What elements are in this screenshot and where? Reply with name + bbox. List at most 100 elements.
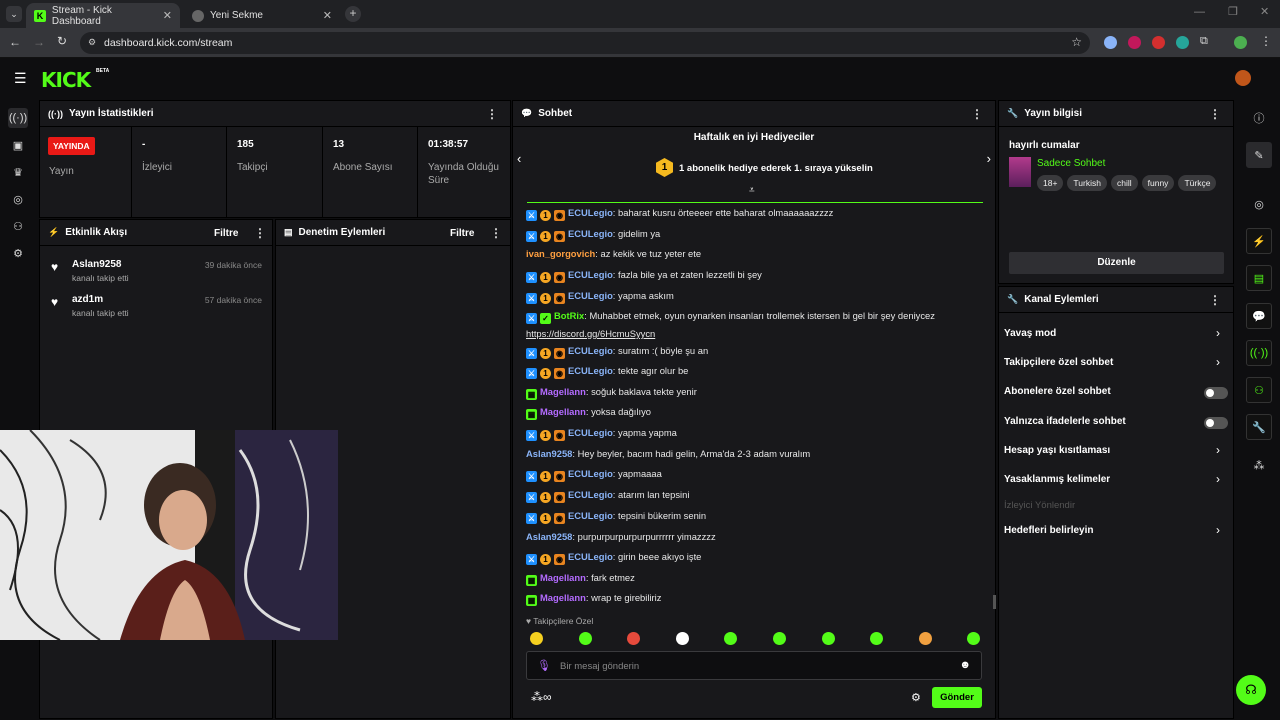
chat-username[interactable]: ECULegio [568,345,613,356]
chat-username[interactable]: Magellann [540,572,586,583]
activity-filter-button[interactable]: Filtre [214,228,238,239]
category-name[interactable]: Sadece Sohbet [1037,158,1105,169]
emote-icon[interactable] [675,632,689,645]
prev-arrow-icon[interactable]: ‹ [517,151,521,166]
send-button[interactable]: Gönder [932,687,982,708]
close-window-icon[interactable]: ✕ [1260,5,1269,18]
next-arrow-icon[interactable]: › [987,151,991,166]
channel-action-label[interactable]: Yavaş mod [1004,328,1056,339]
minimize-icon[interactable]: — [1194,6,1205,18]
chat-username[interactable]: Aslan9258 [526,531,572,542]
chat-settings-icon[interactable]: ⚙ [911,691,921,704]
add-widget-icon[interactable]: ⁂ [1246,452,1272,478]
emote-icon[interactable] [530,632,543,645]
new-tab-button[interactable]: + [345,6,361,22]
chat-username[interactable]: ivan_gorgovich [526,248,595,259]
camera-target-icon[interactable]: ◎ [1246,191,1272,217]
channel-action-label[interactable]: Abonelere özel sohbet [1004,386,1111,397]
extension-icon[interactable] [1104,36,1117,49]
extension-icon[interactable] [1176,36,1189,49]
chevron-right-icon[interactable]: › [1216,472,1220,486]
chat-menu-icon[interactable]: ⋮ [971,107,983,121]
broadcast-panel-button[interactable]: ((·)) [1246,340,1272,366]
collapse-icon[interactable]: ⩡ [749,185,755,196]
channel-action-label[interactable]: Takipçilere özel sohbet [1004,357,1113,368]
chat-username[interactable]: Magellann [540,406,586,417]
edit-stream-button[interactable]: Düzenle [1009,252,1224,274]
document-panel-button[interactable]: ▤ [1246,265,1272,291]
nav-users-icon[interactable]: ⚇ [8,216,28,236]
edit-pencil-icon[interactable]: ✎ [1246,142,1272,168]
chat-link[interactable]: https://discord.gg/6HcmuSyycn [526,328,655,339]
emote-icon[interactable] [918,632,932,645]
extensions-puzzle-icon[interactable]: ⧉ [1200,35,1208,48]
chat-scrollbar[interactable] [993,595,996,609]
maximize-icon[interactable]: ❐ [1228,5,1238,18]
bookmark-star-icon[interactable]: ☆ [1071,35,1082,49]
forward-icon[interactable]: → [33,35,45,49]
tab-list-icon[interactable]: ⌄ [6,6,22,22]
info-icon[interactable]: ⓘ [1246,105,1272,131]
chevron-right-icon[interactable]: › [1216,443,1220,457]
chevron-right-icon[interactable]: › [1216,355,1220,369]
chat-input[interactable]: 🎙 Bir mesaj gönderin ☻ [526,651,982,680]
activity-menu-icon[interactable]: ⋮ [254,226,266,240]
browser-menu-icon[interactable]: ⋮ [1260,34,1272,48]
emoji-icon[interactable]: ☻ [959,659,971,671]
nav-settings-icon[interactable]: ⚙ [8,243,28,263]
profile-avatar[interactable] [1234,36,1247,49]
mod-menu-icon[interactable]: ⋮ [490,226,502,240]
wrench-panel-button[interactable]: 🔧 [1246,414,1272,440]
back-icon[interactable]: ← [9,35,21,49]
chat-username[interactable]: ECULegio [568,290,613,301]
channel-action-label[interactable]: Yalnızca ifadelerle sohbet [1004,416,1126,427]
url-input[interactable]: ⚙ dashboard.kick.com/stream ☆ [80,32,1090,54]
chat-username[interactable]: ECULegio [568,510,613,521]
nav-trophy-icon[interactable]: ♛ [8,162,28,182]
reload-icon[interactable]: ↻ [57,34,67,48]
user-panel-button[interactable]: ⚇ [1246,377,1272,403]
chevron-right-icon[interactable]: › [1216,326,1220,340]
chat-username[interactable]: ECULegio [568,269,613,280]
chat-username[interactable]: ECULegio [568,468,613,479]
chat-username[interactable]: Magellann [540,386,586,397]
chevron-right-icon[interactable]: › [1216,523,1220,537]
tab-new-tab[interactable]: Yeni Sekme ✕ [184,3,340,28]
extension-icon[interactable] [1152,36,1165,49]
nav-dashboard-icon[interactable]: ▣ [8,135,28,155]
bolt-panel-button[interactable]: ⚡ [1246,228,1272,254]
emote-icon[interactable] [578,632,592,645]
chat-username[interactable]: BotRix [554,310,584,321]
chat-username[interactable]: Aslan9258 [526,448,572,459]
nav-broadcast-icon[interactable]: ((·)) [8,108,28,128]
support-chat-button[interactable]: ☊ [1236,675,1266,705]
nav-camera-icon[interactable]: ◎ [8,189,28,209]
user-avatar[interactable] [1235,70,1251,86]
toggle-switch[interactable] [1204,417,1228,429]
toggle-switch[interactable] [1204,387,1228,399]
mod-filter-button[interactable]: Filtre [450,228,474,239]
emote-icon[interactable] [773,632,786,645]
chat-username[interactable]: ECULegio [568,365,613,376]
close-tab-icon[interactable]: ✕ [163,9,172,22]
microphone-icon[interactable]: 🎙 [537,659,551,672]
channel-actions-menu-icon[interactable]: ⋮ [1209,293,1221,307]
stream-stats-menu-icon[interactable]: ⋮ [486,107,498,121]
chat-username[interactable]: ECULegio [568,489,613,500]
chat-panel-button[interactable]: 💬 [1246,303,1272,329]
kick-logo[interactable]: KICK [41,68,91,92]
extension-icon[interactable] [1128,36,1141,49]
channel-action-label[interactable]: Hedefleri belirleyin [1004,525,1093,536]
site-info-icon[interactable]: ⚙ [88,37,96,48]
tab-kick-dashboard[interactable]: K Stream - Kick Dashboard ✕ [26,3,180,28]
stream-info-menu-icon[interactable]: ⋮ [1209,107,1221,121]
kick-points-icon[interactable]: ⁂∞ [531,690,552,704]
chat-username[interactable]: Magellann [540,592,586,603]
close-tab-icon[interactable]: ✕ [323,9,332,22]
channel-action-label[interactable]: Hesap yaşı kısıtlaması [1004,445,1110,456]
channel-action-label[interactable]: Yasaklanmış kelimeler [1004,474,1110,485]
chat-username[interactable]: ECULegio [568,551,613,562]
chat-username[interactable]: ECULegio [568,228,613,239]
chat-username[interactable]: ECULegio [568,207,613,218]
hamburger-menu-icon[interactable]: ☰ [14,70,27,87]
